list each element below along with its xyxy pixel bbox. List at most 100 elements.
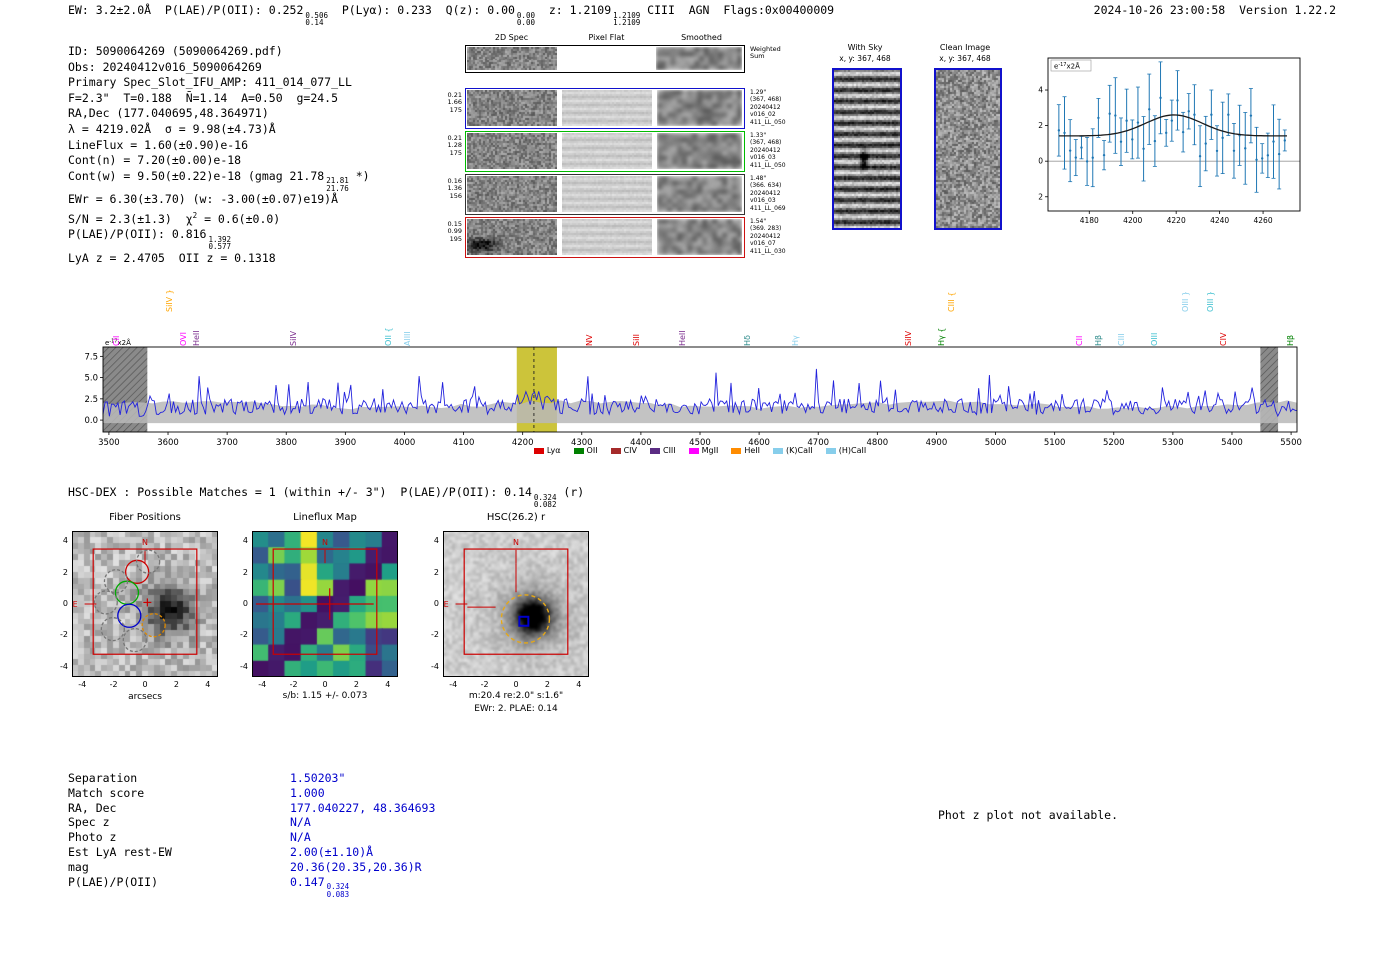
table-row: mag 20.36(20.35,20.36)R <box>68 860 435 875</box>
cutout-column-header: 2D Spec <box>494 33 529 42</box>
row-pixel-flat-image <box>562 90 652 126</box>
info-line: LyA z = 2.4705 OII z = 0.1318 <box>68 251 370 267</box>
cutout-row-right-info: 1.29" (367, 468) 20240412 v016_02 411_LL… <box>750 89 786 126</box>
uncertainty-lower: 0.00 <box>516 18 535 27</box>
svg-text:e-17x2Å: e-17x2Å <box>1054 62 1080 71</box>
table-row-label: Spec z <box>68 815 110 830</box>
panel-y-tick-label: -4 <box>60 661 68 671</box>
stacked-uncertainty: 0.506 0.14 <box>305 11 328 27</box>
text-segment: 20.36(20.35,20.36)R <box>290 859 422 874</box>
legend-swatch <box>825 447 836 454</box>
info-line: LineFlux = 1.60(±0.90)e-16 <box>68 138 370 154</box>
panel-x-tick-label: -4 <box>78 680 87 689</box>
detection-info-block: ID: 5090064269 (5090064269.pdf) Obs: 2024… <box>68 44 370 266</box>
table-row: RA, Dec 177.040227, 48.364693 <box>68 801 435 816</box>
with-sky-coords: x, y: 367, 468 <box>839 54 891 63</box>
legend-item: OII <box>573 446 598 455</box>
row-smoothed-image <box>657 90 742 126</box>
text-segment: 2.00(±1.10)Å <box>290 844 374 859</box>
text-segment: 1.000 <box>290 785 325 800</box>
row-pixel-flat-image <box>562 219 652 255</box>
table-row-label: Est LyA rest-EW <box>68 844 172 859</box>
svg-text:4240: 4240 <box>1210 216 1229 225</box>
weighted-sum-row <box>465 45 745 73</box>
table-row-value: 20.36(20.35,20.36)R <box>290 860 422 874</box>
panel-y-tick-label: 4 <box>242 536 248 546</box>
text-segment: EWr = 6.30(±3.70) (w: -3.00(±0.07)e19)Å <box>68 192 339 207</box>
uncertainty-lower: 0.082 <box>533 500 557 509</box>
cutout-row-left-stats: 0.15 0.99 195 <box>447 220 462 243</box>
row-smoothed-image <box>657 219 742 255</box>
panel-y-tick-label: 0 <box>433 599 439 608</box>
text-segment: z: 1.2109 <box>534 3 612 17</box>
text-segment: F=2.3" T=0.188 N̄=1.14 A=0.50 g=24.5 <box>68 90 339 105</box>
text-segment: = 0.6(±0.0) <box>197 211 281 226</box>
panel-y-tick-label: 4 <box>433 536 439 546</box>
lineflux-map-title: Lineflux Map <box>293 512 357 523</box>
clean-image-title: Clean Image <box>939 43 991 52</box>
legend-label: CIV <box>623 446 637 455</box>
table-row: P(LAE)/P(OII) 0.147 0.324 0.083 <box>68 874 435 898</box>
table-row: Photo z N/A <box>68 830 435 845</box>
stacked-uncertainty: 0.324 0.083 <box>327 883 350 898</box>
info-line: Primary Spec_Slot_IFU_AMP: 411_014_077_L… <box>68 75 370 91</box>
info-line: Obs: 20240412v016_5090064269 <box>68 60 370 76</box>
text-segment: Primary Spec_Slot_IFU_AMP: 411_014_077_L… <box>68 75 352 90</box>
spectral-line-marker: OIII } <box>1205 290 1215 312</box>
panel-x-tick-label: -4 <box>258 680 267 689</box>
info-line: ID: 5090064269 (5090064269.pdf) <box>68 44 370 60</box>
clean-image <box>934 68 1002 230</box>
clean-image-coords: x, y: 367, 468 <box>939 54 991 63</box>
stacked-uncertainty: 0.324 0.082 <box>533 493 557 509</box>
elixer-report-page: { "meta": { "datetime": "2024-10-26 23:0… <box>0 0 1400 953</box>
info-line: λ = 4219.02Å σ = 9.98(±4.73)Å <box>68 122 370 138</box>
info-line: EWr = 6.30(±3.70) (w: -3.00(±0.07)e19)Å <box>68 192 370 208</box>
fiber-xaxis-label: arcsecs <box>128 692 162 702</box>
fiber-positions-title: Fiber Positions <box>109 512 181 523</box>
fiber-positions-overlay: NE <box>72 531 218 677</box>
table-row-value: 1.50203" <box>290 771 345 785</box>
text-segment: (r) <box>556 485 585 499</box>
hsc-cutout-title: HSC(26.2) r <box>486 512 546 523</box>
text-segment: P(LAE)/P(OII): 0.816 <box>68 227 207 242</box>
legend-label: (H)CaII <box>838 446 867 455</box>
legend-item: Lyα <box>533 446 561 455</box>
svg-text:4260: 4260 <box>1254 216 1273 225</box>
table-row-label: RA, Dec <box>68 800 117 815</box>
stacked-uncertainty: 1.2109 1.2109 <box>613 11 640 27</box>
table-row-label: P(LAE)/P(OII) <box>68 874 159 889</box>
panel-x-tick-label: -4 <box>449 680 458 689</box>
svg-text:2.5: 2.5 <box>84 395 98 405</box>
info-line: F=2.3" T=0.188 N̄=1.14 A=0.50 g=24.5 <box>68 91 370 107</box>
legend-item: (H)CaII <box>825 446 867 455</box>
spectrum-legend: Lyα OII CIV CIII MgII HeII (K)CaII (H)CaII <box>103 446 1297 455</box>
legend-item: CIII <box>649 446 676 455</box>
match-info-table: Separation 1.50203" Match score 1.000 RA, De… <box>68 771 435 898</box>
legend-swatch <box>731 447 742 454</box>
cutout-column-header: Pixel Flat <box>588 33 625 42</box>
with-sky-image <box>832 68 902 230</box>
legend-label: HeII <box>744 446 761 455</box>
table-row-value: 177.040227, 48.364693 <box>290 801 435 815</box>
panel-y-tick-label: 0 <box>62 599 68 608</box>
panel-x-tick-label: -2 <box>109 680 118 689</box>
panel-x-tick-label: 4 <box>385 680 391 689</box>
legend-item: CIV <box>610 446 637 455</box>
row-pixel-flat-image <box>562 133 652 169</box>
svg-text:0.0: 0.0 <box>84 416 98 426</box>
table-row-label: Match score <box>68 785 145 800</box>
panel-x-tick-label: 2 <box>353 680 359 689</box>
text-segment: CIII AGN Flags:0x00400009 <box>640 3 835 17</box>
svg-text:E: E <box>444 600 449 609</box>
panel-y-tick-label: -4 <box>431 661 439 671</box>
panel-x-tick-label: 2 <box>173 680 179 689</box>
svg-text:4200: 4200 <box>1123 216 1142 225</box>
text-segment: λ = 4219.02Å σ = 9.98(±4.73)Å <box>68 121 276 136</box>
text-segment: S/N = 2.3(±1.3) χ <box>68 211 193 226</box>
text-segment: ID: 5090064269 (5090064269.pdf) <box>68 44 283 58</box>
svg-text:2: 2 <box>1038 121 1043 130</box>
legend-item: MgII <box>688 446 718 455</box>
svg-text:e-17x2Å: e-17x2Å <box>105 338 131 347</box>
svg-text:N: N <box>322 538 328 547</box>
cutout-row-right-info: 1.33" (367, 468) 20240412 v016_03 411_LL… <box>750 132 786 169</box>
